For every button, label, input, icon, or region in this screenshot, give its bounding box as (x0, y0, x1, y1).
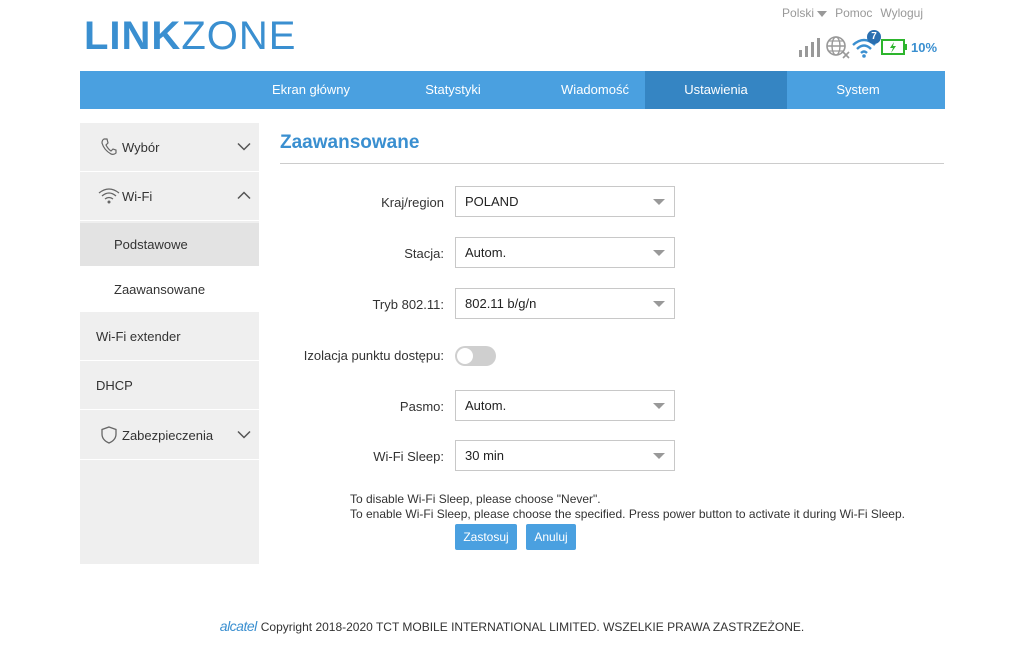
linkzone-logo: LINKZONE (84, 14, 297, 58)
language-selector[interactable]: Polski (782, 6, 828, 20)
channel-select[interactable]: Autom. (455, 237, 675, 268)
apply-button[interactable]: Zastosuj (455, 524, 517, 550)
tab-system[interactable]: System (787, 71, 929, 109)
dropdown-arrow-icon (653, 301, 665, 307)
mode-value: 802.11 b/g/n (465, 296, 537, 311)
isolation-label: Izolacja punktu dostępu: (303, 348, 444, 363)
band-value: Autom. (465, 398, 507, 413)
sidebar-item-label: Wybór (122, 139, 160, 155)
sidebar-subitem-label: Zaawansowane (114, 281, 206, 297)
sleep-note-disable: To disable Wi-Fi Sleep, please choose "N… (350, 492, 601, 506)
chevron-down-icon (237, 428, 251, 443)
band-select[interactable]: Autom. (455, 390, 675, 421)
wifi-icon (98, 187, 120, 205)
help-link[interactable]: Pomoc (835, 6, 872, 20)
battery-level: 10% (911, 39, 938, 55)
dropdown-arrow-icon (653, 403, 665, 409)
sidebar-subitem-advanced[interactable]: Zaawansowane (80, 266, 259, 312)
logout-link[interactable]: Wyloguj (880, 6, 923, 20)
wifi-status: 7 (851, 30, 881, 59)
sidebar-subitem-label: Podstawowe (114, 237, 188, 252)
chevron-up-icon (237, 189, 251, 204)
sleep-select[interactable]: 30 min (455, 440, 675, 471)
phone-icon (98, 138, 120, 156)
tab-statistics[interactable]: Statystyki (382, 71, 524, 109)
sidebar-item-label: Zabezpieczenia (122, 427, 214, 443)
country-label: Kraj/region (381, 195, 444, 210)
copyright-text: Copyright 2018-2020 TCT MOBILE INTERNATI… (260, 620, 805, 634)
tab-settings[interactable]: Ustawienia (645, 71, 787, 109)
status-icons: 7 10% (797, 30, 938, 60)
wifi-clients-badge: 7 (867, 30, 881, 44)
chevron-down-icon (817, 10, 828, 17)
isolation-toggle[interactable] (455, 346, 496, 366)
tab-home[interactable]: Ekran główny (240, 71, 382, 109)
sidebar-item-label: DHCP (96, 378, 133, 393)
sidebar-subitem-basic[interactable]: Podstawowe (80, 223, 259, 266)
top-links: Polski Pomoc Wyloguj (782, 6, 923, 20)
channel-label: Stacja: (404, 246, 444, 261)
channel-value: Autom. (465, 245, 507, 260)
sidebar-item-security[interactable]: Zabezpieczenia (80, 411, 259, 460)
title-divider (280, 163, 944, 164)
cancel-button[interactable]: Anuluj (526, 524, 576, 550)
dropdown-arrow-icon (653, 453, 665, 459)
dropdown-arrow-icon (653, 199, 665, 205)
shield-icon (98, 426, 120, 444)
sleep-note-enable: To enable Wi-Fi Sleep, please choose the… (350, 507, 905, 521)
footer: alcatel Copyright 2018-2020 TCT MOBILE IN… (0, 618, 1024, 634)
dropdown-arrow-icon (653, 250, 665, 256)
sidebar-item-wybor[interactable]: Wybór (80, 123, 259, 172)
mode-select[interactable]: 802.11 b/g/n (455, 288, 675, 319)
sidebar-item-dhcp[interactable]: DHCP (80, 362, 259, 410)
sidebar-item-label: Wi-Fi (122, 188, 153, 204)
main-nav: Ekran główny Statystyki Wiadomość Ustawi… (80, 71, 945, 109)
sidebar-item-wifi[interactable]: Wi-Fi (80, 172, 259, 221)
sidebar-item-extender[interactable]: Wi-Fi extender (80, 313, 259, 361)
sidebar: Wybór Wi-Fi Podstawowe Zaawansowane Wi-F… (80, 123, 259, 564)
country-select[interactable]: POLAND (455, 186, 675, 217)
battery-icon (881, 39, 907, 55)
sleep-value: 30 min (465, 448, 505, 463)
country-value: POLAND (465, 194, 519, 209)
network-globe-icon (826, 36, 850, 59)
sleep-label: Wi-Fi Sleep: (373, 449, 444, 464)
chevron-down-icon (237, 140, 251, 155)
toggle-knob (457, 348, 473, 364)
band-label: Pasmo: (399, 399, 444, 414)
sidebar-item-label: Wi-Fi extender (96, 329, 181, 344)
alcatel-logo: alcatel (219, 618, 257, 634)
page-title: Zaawansowane (280, 132, 420, 153)
mode-label: Tryb 802.11: (372, 297, 444, 312)
signal-icon (799, 38, 820, 57)
